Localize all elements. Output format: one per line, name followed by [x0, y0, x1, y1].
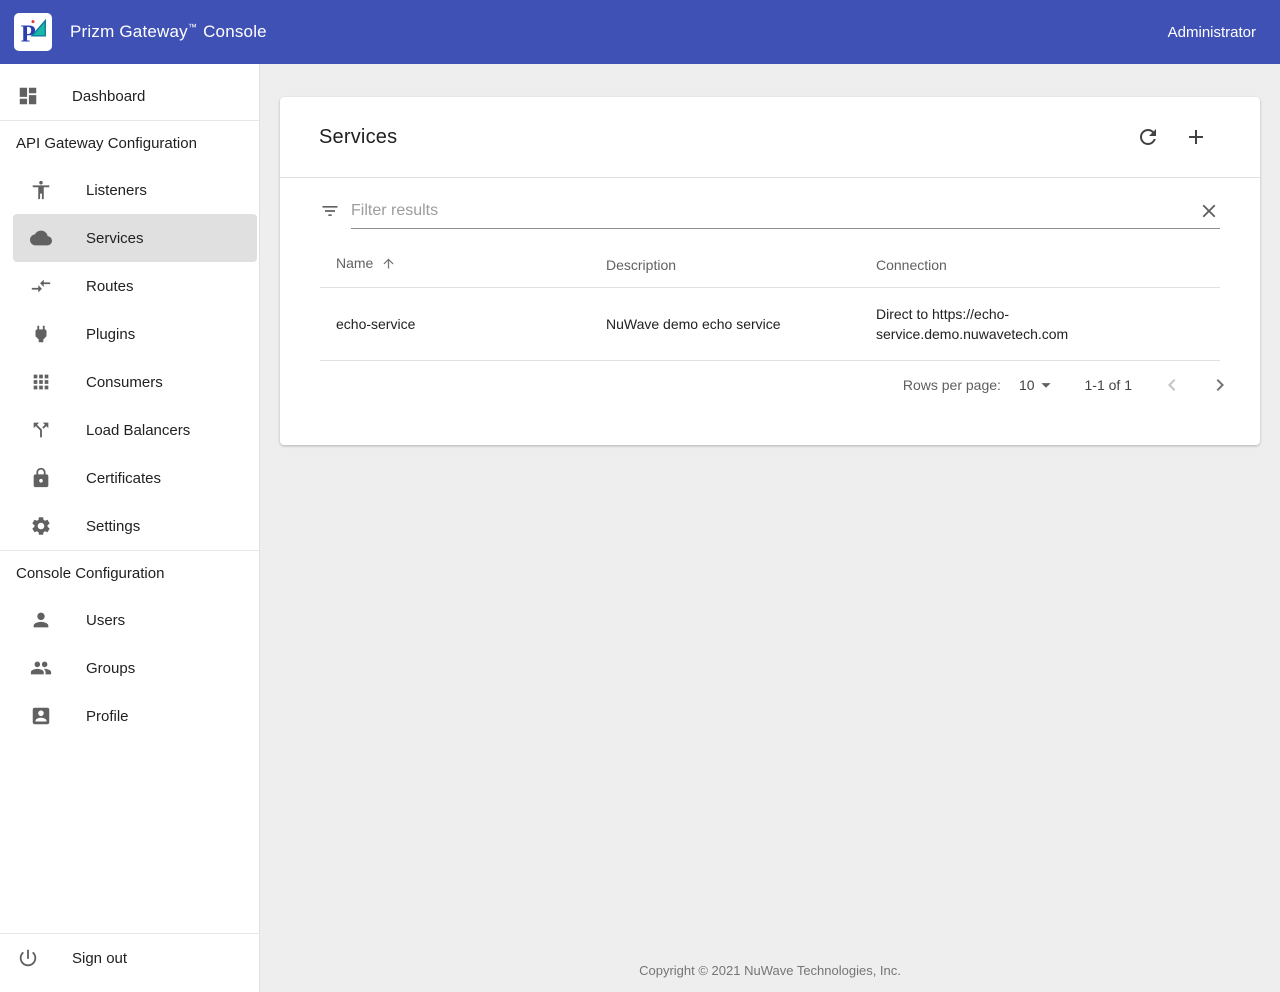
sort-ascending-icon — [381, 258, 396, 274]
sign-out-label: Sign out — [72, 950, 127, 967]
apps-grid-icon — [29, 370, 53, 394]
sidebar: Dashboard API Gateway Configuration List… — [0, 64, 260, 992]
cell-name: echo-service — [320, 288, 590, 361]
contact-card-icon — [29, 704, 53, 728]
sidebar-item-settings[interactable]: Settings — [0, 502, 259, 550]
sidebar-section-console: Console Configuration — [0, 551, 259, 596]
sidebar-item-users[interactable]: Users — [0, 596, 259, 644]
gear-icon — [29, 514, 53, 538]
power-icon — [16, 946, 40, 970]
clear-filter-button[interactable] — [1198, 200, 1220, 222]
card-header: Services — [280, 97, 1260, 177]
compare-arrows-icon — [29, 274, 53, 298]
refresh-icon — [1136, 125, 1160, 149]
sidebar-item-label: Profile — [86, 708, 129, 725]
plug-icon — [29, 322, 53, 346]
page-title: Services — [319, 126, 397, 149]
column-header-description[interactable]: Description — [590, 240, 860, 288]
app-title: Prizm Gateway™ Console — [70, 22, 267, 42]
card-actions — [1136, 125, 1208, 149]
sidebar-item-groups[interactable]: Groups — [0, 644, 259, 692]
sidebar-item-label: Listeners — [86, 182, 147, 199]
sidebar-item-profile[interactable]: Profile — [0, 692, 259, 740]
services-card: Services — [280, 97, 1260, 445]
filter-field — [351, 196, 1220, 229]
refresh-button[interactable] — [1136, 125, 1160, 149]
rows-per-page-select[interactable]: 10 — [1019, 374, 1057, 396]
cloud-icon — [29, 226, 53, 250]
call-split-icon — [29, 418, 53, 442]
sidebar-item-label: Users — [86, 612, 125, 629]
sidebar-section-api-gateway: API Gateway Configuration — [0, 121, 259, 166]
add-service-button[interactable] — [1184, 125, 1208, 149]
sidebar-item-label: Settings — [86, 518, 140, 535]
person-icon — [29, 608, 53, 632]
sidebar-item-load-balancers[interactable]: Load Balancers — [0, 406, 259, 454]
lock-icon — [29, 466, 53, 490]
previous-page-button[interactable] — [1160, 373, 1184, 397]
table-row[interactable]: echo-service NuWave demo echo service Di… — [320, 288, 1220, 361]
sidebar-item-listeners[interactable]: Listeners — [0, 166, 259, 214]
cell-description: NuWave demo echo service — [590, 288, 860, 361]
chevron-left-icon — [1160, 373, 1184, 397]
sidebar-item-label: Groups — [86, 660, 135, 677]
table-header-row: Name Description Connection — [320, 240, 1220, 288]
services-table: Name Description Connection echo-service… — [320, 240, 1220, 361]
sidebar-item-services[interactable]: Services — [13, 214, 257, 262]
rows-per-page-label: Rows per page: — [903, 377, 1001, 393]
cell-connection: Direct to https://echo-service.demo.nuwa… — [860, 288, 1220, 361]
main-content: Services — [260, 64, 1280, 992]
close-icon — [1198, 200, 1220, 222]
app-title-main: Prizm Gateway — [70, 22, 188, 41]
filter-icon — [320, 201, 340, 221]
layout: Dashboard API Gateway Configuration List… — [0, 64, 1280, 992]
sidebar-item-label: Load Balancers — [86, 422, 190, 439]
filter-row — [280, 178, 1260, 240]
column-header-connection[interactable]: Connection — [860, 240, 1220, 288]
chevron-right-icon — [1208, 373, 1232, 397]
sidebar-item-label: Dashboard — [72, 88, 145, 105]
sidebar-item-dashboard[interactable]: Dashboard — [0, 72, 259, 120]
people-icon — [29, 656, 53, 680]
pagination: Rows per page: 10 1-1 of 1 — [280, 361, 1260, 409]
sidebar-item-label: Consumers — [86, 374, 163, 391]
plus-icon — [1184, 125, 1208, 149]
sidebar-item-label: Services — [86, 230, 144, 247]
column-header-name[interactable]: Name — [320, 240, 590, 288]
pagination-range-label: 1-1 of 1 — [1085, 377, 1132, 393]
copyright-footer: Copyright © 2021 NuWave Technologies, In… — [280, 963, 1260, 992]
sidebar-spacer — [0, 740, 259, 933]
app-title-suffix: Console — [203, 22, 267, 41]
sign-out-button[interactable]: Sign out — [0, 934, 259, 982]
sidebar-item-plugins[interactable]: Plugins — [0, 310, 259, 358]
filter-input[interactable] — [351, 196, 1198, 226]
next-page-button[interactable] — [1208, 373, 1232, 397]
sidebar-item-label: Certificates — [86, 470, 161, 487]
sidebar-item-label: Plugins — [86, 326, 135, 343]
app-root: P Prizm Gateway™ Console Administrator Da… — [0, 0, 1280, 992]
chevron-down-icon — [1035, 374, 1057, 396]
sidebar-item-consumers[interactable]: Consumers — [0, 358, 259, 406]
app-logo: P — [14, 13, 52, 51]
column-label: Name — [336, 255, 373, 271]
current-user-label[interactable]: Administrator — [1168, 24, 1256, 41]
dashboard-icon — [16, 84, 40, 108]
sidebar-item-routes[interactable]: Routes — [0, 262, 259, 310]
sidebar-item-label: Routes — [86, 278, 134, 295]
accessibility-icon — [29, 178, 53, 202]
prizm-logo-icon: P — [16, 15, 50, 49]
top-bar: P Prizm Gateway™ Console Administrator — [0, 0, 1280, 64]
sidebar-item-certificates[interactable]: Certificates — [0, 454, 259, 502]
rows-per-page-value: 10 — [1019, 377, 1035, 393]
trademark-symbol: ™ — [188, 22, 197, 32]
